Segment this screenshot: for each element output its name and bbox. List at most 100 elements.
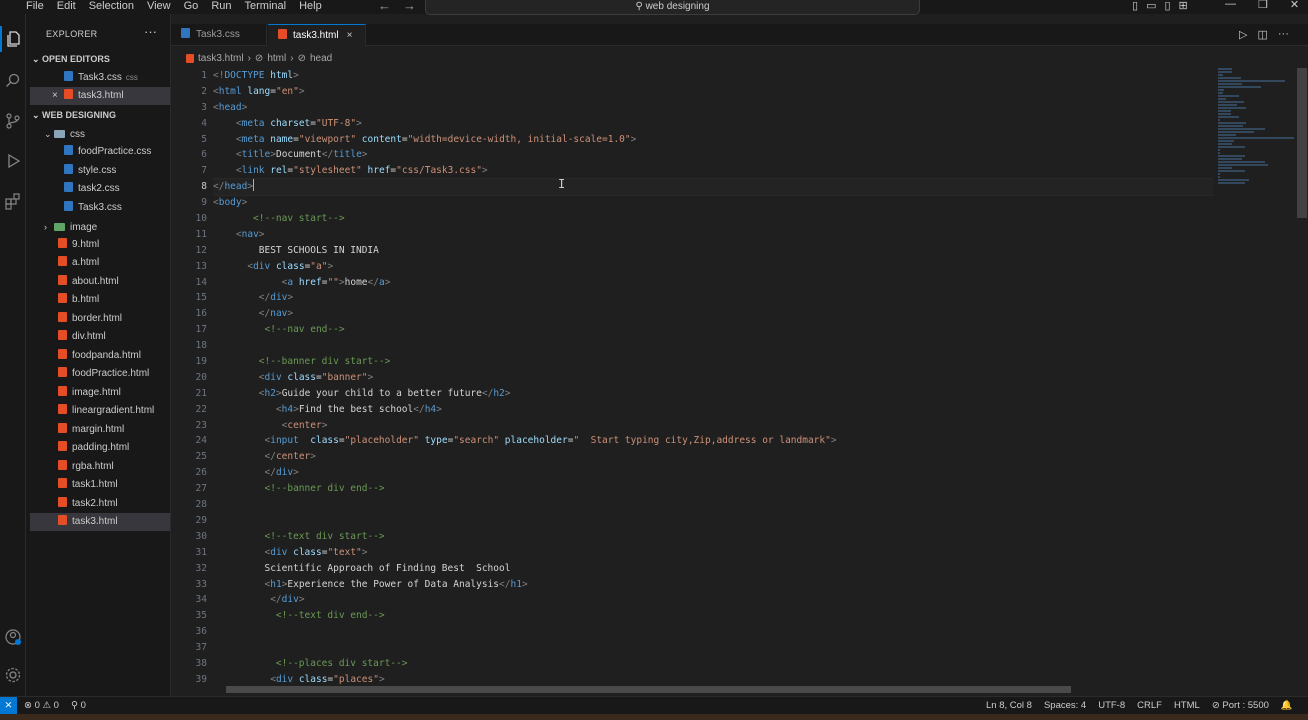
file-item[interactable]: margin.html (30, 421, 170, 439)
code-line[interactable]: <!--banner div end--> (213, 481, 1213, 497)
code-line[interactable]: <!--places div start--> (213, 656, 1213, 672)
toggle-secondary-sidebar-icon[interactable]: ▯ (1164, 0, 1170, 12)
code-line[interactable]: <!--nav start--> (213, 211, 1213, 227)
code-line[interactable] (213, 624, 1213, 640)
file-item[interactable]: style.css (30, 162, 170, 180)
code-line[interactable]: </center> (213, 449, 1213, 465)
file-item[interactable]: div.html (30, 328, 170, 346)
menu-go[interactable]: Go (184, 0, 199, 12)
file-item[interactable]: border.html (30, 310, 170, 328)
code-line[interactable] (213, 338, 1213, 354)
split-editor-icon[interactable]: ◫ (1257, 28, 1267, 41)
open-editors-section[interactable]: ⌄ OPEN EDITORS (32, 54, 110, 65)
encoding[interactable]: UTF-8 (1098, 700, 1125, 711)
menu-file[interactable]: File (26, 0, 44, 12)
remote-indicator-icon[interactable]: ⨯ (0, 697, 17, 714)
file-item[interactable]: foodPractice.html (30, 365, 170, 383)
language-mode[interactable]: HTML (1174, 700, 1200, 711)
breadcrumb-file[interactable]: task3.html (198, 53, 244, 64)
code-line[interactable]: <nav> (213, 227, 1213, 243)
code-line[interactable]: <!--text div end--> (213, 608, 1213, 624)
minimap[interactable] (1218, 68, 1296, 248)
workspace-section[interactable]: ⌄ WEB DESIGNING (32, 110, 116, 121)
code-line[interactable]: <div class="a"> (213, 259, 1213, 275)
run-debug-icon[interactable] (0, 148, 26, 174)
customize-layout-icon[interactable]: ⊞ (1179, 0, 1188, 12)
notifications-bell-icon[interactable]: 🔔 (1281, 700, 1293, 711)
scrollbar-thumb[interactable] (1297, 68, 1307, 218)
breadcrumb-head[interactable]: head (310, 53, 332, 64)
file-item[interactable]: image.html (30, 384, 170, 402)
tab-task3-html[interactable]: task3.html × (268, 24, 366, 46)
command-center-search[interactable]: ⚲ web designing (425, 0, 920, 15)
line-endings[interactable]: CRLF (1137, 700, 1162, 711)
folder-css[interactable]: ⌄ css (30, 125, 170, 143)
file-item[interactable]: task2.html (30, 495, 170, 513)
code-editor[interactable]: <!DOCTYPE html> <html lang="en"> <head> <m… (213, 68, 1213, 696)
menu-terminal[interactable]: Terminal (245, 0, 287, 12)
forward-arrow-icon[interactable]: → (403, 0, 416, 13)
extensions-icon[interactable] (0, 188, 26, 214)
code-line[interactable]: </nav> (213, 306, 1213, 322)
toggle-panel-icon[interactable]: ▭ (1146, 0, 1156, 12)
code-line[interactable]: <h1>Experience the Power of Data Analysi… (213, 577, 1213, 593)
code-line[interactable] (213, 640, 1213, 656)
menu-help[interactable]: Help (299, 0, 322, 12)
restore-icon[interactable]: ❐ (1258, 0, 1268, 11)
open-editor-item-active[interactable]: × task3.html (30, 87, 170, 105)
search-icon[interactable] (0, 68, 26, 94)
live-server-port[interactable]: ⊘ Port : 5500 (1212, 700, 1269, 711)
code-line[interactable]: <title>Document</title> (213, 147, 1213, 163)
file-item[interactable]: foodpanda.html (30, 347, 170, 365)
code-line[interactable]: <center> (213, 418, 1213, 434)
code-line[interactable]: </head> (213, 178, 1213, 197)
code-line[interactable]: <a href="">home</a> (213, 275, 1213, 291)
toggle-sidebar-icon[interactable]: ▯ (1132, 0, 1138, 12)
code-line[interactable]: <link rel="stylesheet" href="css/Task3.c… (213, 163, 1213, 179)
run-file-icon[interactable]: ▷ (1239, 28, 1247, 41)
more-actions-icon[interactable]: ··· (1278, 28, 1289, 41)
code-line[interactable] (213, 497, 1213, 513)
file-item[interactable]: b.html (30, 291, 170, 309)
file-item[interactable]: task1.html (30, 476, 170, 494)
explorer-more-icon[interactable]: ··· (144, 24, 157, 39)
file-item[interactable]: a.html (30, 254, 170, 272)
code-line[interactable]: <h2>Guide your child to a better future<… (213, 386, 1213, 402)
open-editor-item[interactable]: Task3.css css (30, 69, 170, 87)
code-line[interactable]: </div> (213, 592, 1213, 608)
file-item[interactable]: about.html (30, 273, 170, 291)
minimize-icon[interactable]: — (1225, 0, 1236, 11)
file-item[interactable]: foodPractice.css (30, 143, 170, 161)
code-line[interactable]: Scientific Approach of Finding Best Scho… (213, 561, 1213, 577)
breadcrumb-html[interactable]: html (267, 53, 286, 64)
file-item[interactable]: lineargradient.html (30, 402, 170, 420)
code-line[interactable]: <input class="placeholder" type="search"… (213, 433, 1213, 449)
tab-task3-css[interactable]: Task3.css (171, 24, 267, 46)
code-line[interactable]: <meta charset="UTF-8"> (213, 116, 1213, 132)
folder-image[interactable]: › image (30, 218, 170, 236)
code-line[interactable]: <head> (213, 100, 1213, 116)
file-item[interactable]: Task3.css (30, 199, 170, 217)
code-line[interactable]: <h4>Find the best school</h4> (213, 402, 1213, 418)
close-icon[interactable]: × (52, 87, 64, 105)
code-line[interactable]: <!--text div start--> (213, 529, 1213, 545)
code-line[interactable]: </div> (213, 290, 1213, 306)
indentation[interactable]: Spaces: 4 (1044, 700, 1086, 711)
code-line[interactable]: <meta name="viewport" content="width=dev… (213, 132, 1213, 148)
file-item-selected[interactable]: task3.html (30, 513, 170, 531)
settings-gear-icon[interactable] (0, 662, 26, 688)
code-line[interactable] (213, 513, 1213, 529)
cursor-position[interactable]: Ln 8, Col 8 (986, 700, 1032, 711)
code-line[interactable]: <!--banner div start--> (213, 354, 1213, 370)
back-arrow-icon[interactable]: ← (378, 0, 391, 13)
code-line[interactable]: <div class="banner"> (213, 370, 1213, 386)
accounts-icon[interactable] (0, 624, 26, 650)
vertical-scrollbar[interactable] (1296, 68, 1308, 696)
file-item[interactable]: 9.html (30, 236, 170, 254)
menu-selection[interactable]: Selection (89, 0, 134, 12)
problems-indicator[interactable]: ⊗ 0 ⚠ 0 (24, 700, 59, 711)
menu-view[interactable]: View (147, 0, 171, 12)
code-line[interactable]: <!--nav end--> (213, 322, 1213, 338)
ports-indicator[interactable]: ⚲ 0 (71, 700, 86, 711)
code-line[interactable]: <body> (213, 195, 1213, 211)
